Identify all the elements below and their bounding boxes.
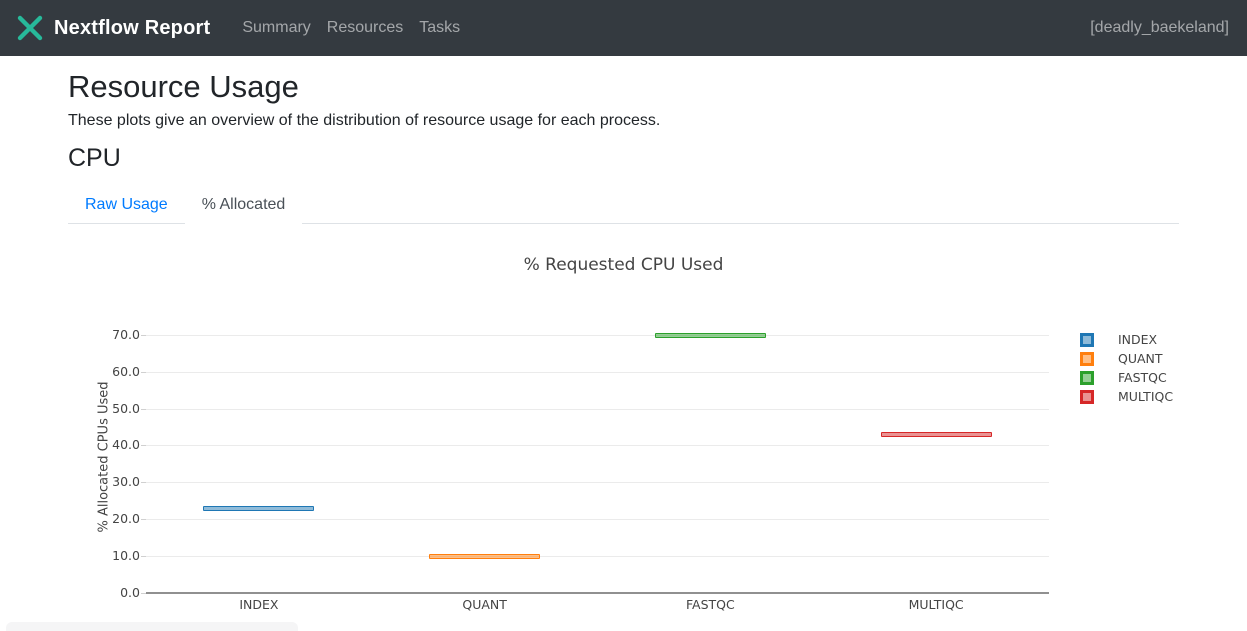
cpu-allocated-chart: % Requested CPU Used % Allocated CPUs Us… [68,224,1179,610]
page-subtitle: These plots give an overview of the dist… [68,112,1179,130]
legend-swatch-icon [1080,333,1094,347]
x-tick-label-fastqc: FASTQC [610,597,810,612]
y-tick-mark [141,482,146,483]
tab-raw-usage[interactable]: Raw Usage [68,186,185,224]
cpu-tab-bar: Raw Usage % Allocated [68,186,1179,224]
x-tick-label-index: INDEX [159,597,359,612]
legend-item-multiqc[interactable]: MULTIQC [1080,387,1173,406]
nav-item-summary[interactable]: Summary [242,11,318,45]
legend: INDEX QUANT FASTQC MULTIQC [1080,330,1173,406]
y-tick-label: 70.0 [80,327,140,342]
y-tick-mark [141,409,146,410]
page-title: Resource Usage [68,69,1179,105]
legend-swatch-icon [1080,352,1094,366]
y-tick-label: 40.0 [80,437,140,452]
nav-item-resources[interactable]: Resources [319,11,411,45]
x-tick-label-multiqc: MULTIQC [836,597,1036,612]
brand-title: Nextflow Report [54,17,210,40]
chart-title: % Requested CPU Used [68,255,1179,275]
gridline [146,372,1049,373]
legend-item-fastqc[interactable]: FASTQC [1080,368,1173,387]
legend-swatch-icon [1080,371,1094,385]
navbar-brand[interactable]: Nextflow Report [16,15,210,41]
legend-label: FASTQC [1118,370,1167,385]
box-trace-multiqc[interactable] [881,432,992,437]
x-axis-line [146,592,1049,594]
gridline [146,445,1049,446]
y-tick-label: 0.0 [80,585,140,600]
box-trace-fastqc[interactable] [655,333,766,338]
y-tick-label: 10.0 [80,548,140,563]
gridline [146,519,1049,520]
section-title-cpu: CPU [68,144,1179,173]
navbar-links: Summary Resources Tasks [234,11,468,45]
plot-area[interactable] [146,320,1049,593]
main-content: Resource Usage These plots give an overv… [0,69,1247,610]
partial-bottom-element [6,622,298,631]
legend-swatch-icon [1080,390,1094,404]
x-tick-label-quant: QUANT [385,597,585,612]
nextflow-logo-icon [16,15,44,41]
legend-label: INDEX [1118,332,1157,347]
y-tick-label: 20.0 [80,511,140,526]
gridline [146,335,1049,336]
y-tick-label: 60.0 [80,364,140,379]
tab-percent-allocated[interactable]: % Allocated [185,186,303,224]
y-tick-mark [141,445,146,446]
y-tick-mark [141,335,146,336]
y-tick-mark [141,556,146,557]
box-trace-quant[interactable] [429,554,540,559]
y-tick-mark [141,372,146,373]
legend-item-index[interactable]: INDEX [1080,330,1173,349]
legend-label: QUANT [1118,351,1163,366]
gridline [146,409,1049,410]
legend-label: MULTIQC [1118,389,1173,404]
box-trace-index[interactable] [203,506,314,511]
legend-item-quant[interactable]: QUANT [1080,349,1173,368]
nav-item-tasks[interactable]: Tasks [411,11,468,45]
navbar: Nextflow Report Summary Resources Tasks … [0,0,1247,56]
gridline [146,482,1049,483]
run-name: [deadly_baekeland] [1090,19,1231,37]
y-tick-mark [141,519,146,520]
y-tick-label: 50.0 [80,401,140,416]
y-tick-mark [141,593,146,594]
gridline [146,556,1049,557]
y-tick-label: 30.0 [80,474,140,489]
